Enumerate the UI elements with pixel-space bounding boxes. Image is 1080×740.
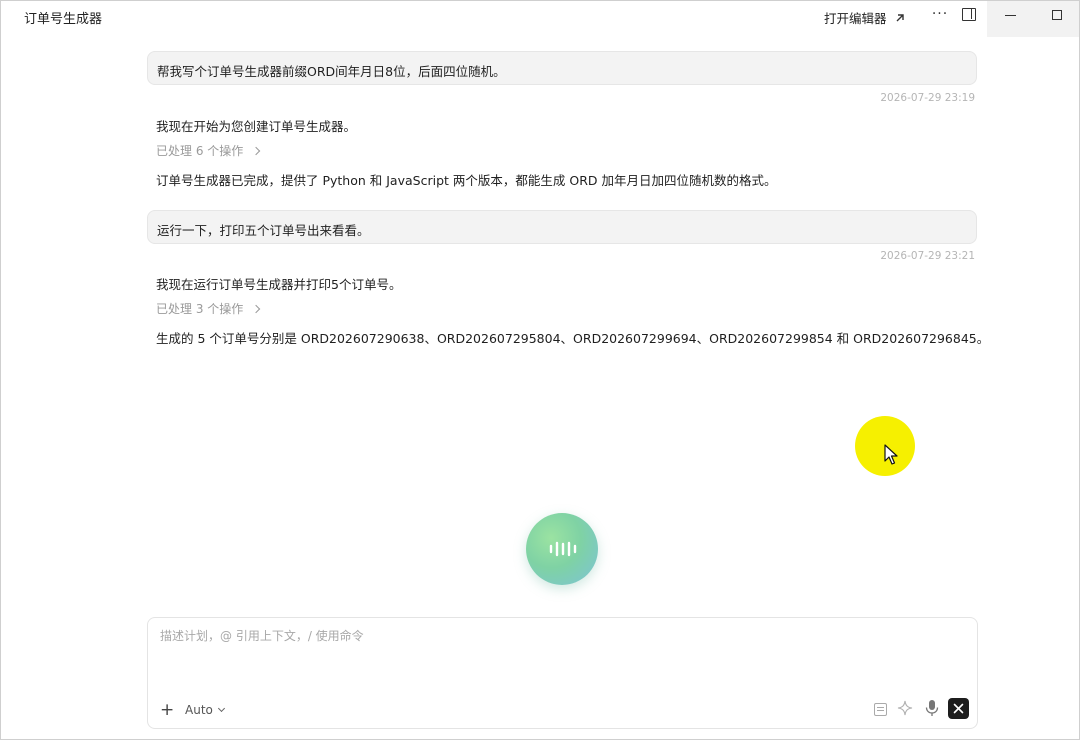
more-horizontal-icon[interactable]: ··· (931, 6, 949, 24)
user-message: 运行一下，打印五个订单号出来看看。 (147, 210, 977, 244)
microphone-icon[interactable] (924, 699, 940, 717)
user-message: 帮我写个订单号生成器前缀ORD间年月日8位，后面四位随机。 (147, 51, 977, 85)
assistant-intro: 我现在开始为您创建订单号生成器。 (156, 119, 357, 134)
assistant-result: 订单号生成器已完成，提供了 Python 和 JavaScript 两个版本，都… (156, 173, 777, 188)
prompt-input[interactable] (160, 627, 960, 687)
chevron-right-icon (252, 304, 261, 313)
chevron-right-icon (252, 146, 261, 155)
mode-selector-label: Auto (185, 703, 213, 717)
chat-composer: + Auto (147, 617, 978, 729)
sparkle-icon[interactable] (897, 700, 913, 716)
arrow-up-right-icon (896, 13, 904, 21)
mouse-pointer-icon (884, 444, 898, 465)
voice-input-orb[interactable] (526, 513, 598, 585)
app-window: 订单号生成器 打开编辑器 ··· 帮我写个订单号生成器前缀ORD间年月日8位，后… (0, 0, 1080, 740)
panel-toggle-icon[interactable] (962, 8, 976, 21)
window-title: 订单号生成器 (24, 12, 103, 27)
document-icon[interactable] (874, 703, 887, 716)
assistant-intro: 我现在运行订单号生成器并打印5个订单号。 (156, 277, 402, 292)
message-timestamp: 2026-07-29 23:19 (880, 92, 975, 104)
mode-selector[interactable]: Auto (185, 703, 225, 717)
open-editor-button[interactable]: 打开编辑器 (824, 8, 907, 27)
processed-actions-toggle[interactable]: 已处理 6 个操作 (156, 142, 261, 159)
window-controls (987, 1, 1079, 37)
plus-icon[interactable]: + (160, 702, 174, 719)
maximize-icon[interactable] (1052, 10, 1062, 20)
chevron-down-icon (217, 704, 225, 713)
processed-actions-label: 已处理 6 个操作 (156, 144, 244, 158)
processed-actions-toggle[interactable]: 已处理 3 个操作 (156, 300, 261, 317)
voice-wave-icon (549, 541, 577, 557)
assistant-result: 生成的 5 个订单号分别是 ORD202607290638、ORD2026072… (156, 331, 990, 346)
minimize-icon[interactable] (1005, 15, 1016, 16)
stop-button[interactable] (948, 698, 969, 719)
open-editor-label: 打开编辑器 (824, 11, 887, 26)
stop-icon (953, 703, 964, 714)
title-bar: 订单号生成器 打开编辑器 ··· (1, 1, 1079, 37)
processed-actions-label: 已处理 3 个操作 (156, 302, 244, 316)
message-timestamp: 2026-07-29 23:21 (880, 250, 975, 262)
